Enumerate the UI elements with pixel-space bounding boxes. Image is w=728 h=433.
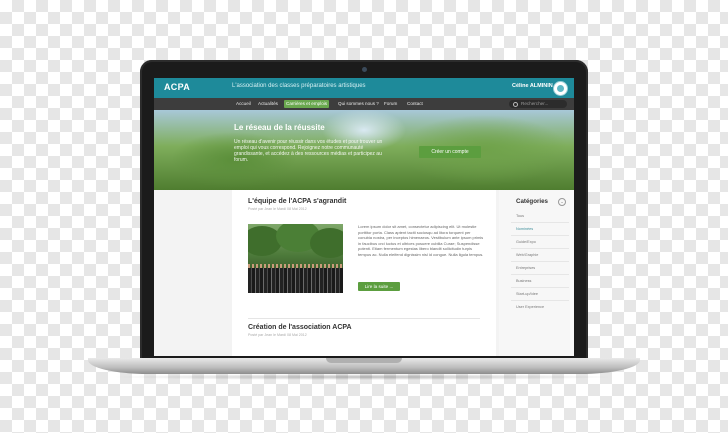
- post-excerpt: Lorem ipsum dolor sit amet, consectetur …: [358, 224, 484, 257]
- site-tagline: L'association des classes préparatoires …: [232, 83, 366, 89]
- post-title[interactable]: L'équipe de l'ACPA s'agrandit: [248, 198, 346, 205]
- categories-sidebar: Catégories ⌄ Tous Nominées Guide/Expo We…: [499, 190, 574, 356]
- user-name[interactable]: Céline ALMININ: [512, 83, 553, 89]
- read-more-button[interactable]: Lire la suite ...: [358, 282, 400, 291]
- post-title-2[interactable]: Création de l'association ACPA: [248, 324, 352, 331]
- category-item[interactable]: Tous: [516, 214, 524, 218]
- post-meta: Posté par Jean le Mardi 08 Mai 2012: [248, 207, 307, 211]
- laptop-notch: [326, 358, 402, 363]
- main-nav: Accueil Actualités Carrières et emplois …: [154, 98, 574, 110]
- category-item[interactable]: Web/Graphie: [516, 253, 538, 257]
- search-input[interactable]: Rechercher...: [509, 100, 567, 108]
- category-item[interactable]: User Experience: [516, 305, 544, 309]
- nav-item-forum[interactable]: Forum: [382, 100, 399, 108]
- category-divider: [511, 261, 569, 262]
- nav-item-qui-sommes-nous[interactable]: Qui sommes nous ?: [336, 100, 381, 108]
- search-placeholder: Rechercher...: [521, 101, 549, 106]
- nav-item-carrieres[interactable]: Carrières et emplois: [284, 100, 330, 108]
- search-icon: [513, 101, 518, 107]
- hero-text: Un réseau d'avenir pour réussir dans vos…: [234, 139, 383, 163]
- category-divider: [511, 222, 569, 223]
- posts-panel: L'équipe de l'ACPA s'agrandit Posté par …: [232, 190, 496, 356]
- webcam-icon: [362, 67, 367, 72]
- post-divider: [248, 318, 480, 319]
- photo-group: [248, 268, 343, 293]
- hero-title: Le réseau de la réussite: [234, 123, 325, 132]
- category-item[interactable]: Nominées: [516, 227, 533, 231]
- site-logo[interactable]: ACPA: [164, 82, 190, 92]
- nav-item-actualites[interactable]: Actualités: [256, 100, 280, 108]
- avatar[interactable]: [553, 81, 568, 96]
- post-meta-2: Posté par Jean le Mardi 08 Mai 2012: [248, 333, 307, 337]
- laptop-shadow: [110, 374, 618, 380]
- chevron-down-icon[interactable]: ⌄: [558, 198, 566, 206]
- category-divider: [511, 287, 569, 288]
- hero-banner: Le réseau de la réussite Un réseau d'ave…: [154, 110, 574, 190]
- category-item[interactable]: Start-up/Idee: [516, 292, 538, 296]
- category-divider: [511, 248, 569, 249]
- category-item[interactable]: Entreprises: [516, 266, 535, 270]
- site-header: ACPA L'association des classes préparato…: [154, 78, 574, 98]
- nav-item-contact[interactable]: Contact: [405, 100, 425, 108]
- category-divider: [511, 300, 569, 301]
- create-account-button[interactable]: Créer un compte: [419, 146, 481, 158]
- post-photo[interactable]: [248, 224, 343, 293]
- category-divider: [511, 235, 569, 236]
- category-divider: [511, 274, 569, 275]
- categories-heading: Catégories: [516, 198, 548, 205]
- laptop-screen: ACPA L'association des classes préparato…: [154, 78, 574, 356]
- photo-tree: [310, 228, 343, 258]
- category-item[interactable]: Business: [516, 279, 531, 283]
- category-item[interactable]: Guide/Expo: [516, 240, 536, 244]
- nav-item-accueil[interactable]: Accueil: [234, 100, 253, 108]
